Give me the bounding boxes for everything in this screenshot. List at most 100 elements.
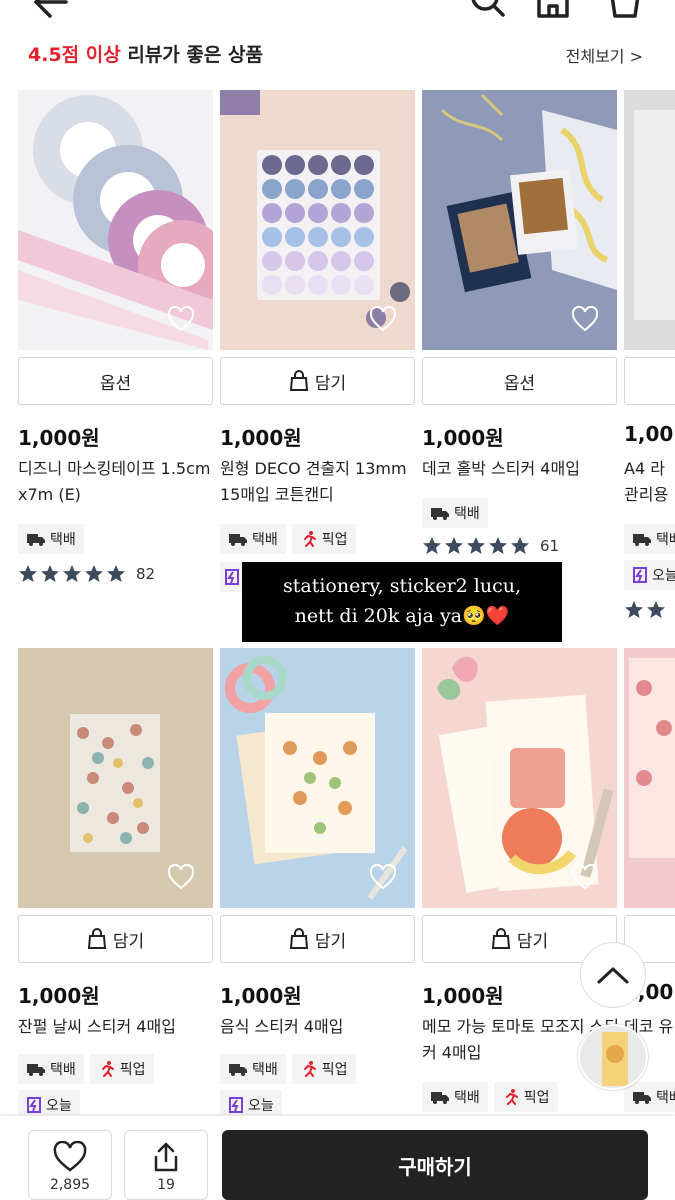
star-icon bbox=[107, 565, 125, 582]
product-price: 1,000원 bbox=[18, 984, 100, 1008]
wishlist-heart-icon[interactable] bbox=[167, 306, 195, 332]
star-icon bbox=[445, 537, 463, 554]
bag-icon bbox=[289, 370, 308, 391]
rating: 82 bbox=[18, 564, 155, 584]
wishlist-heart-icon[interactable] bbox=[369, 306, 397, 332]
bag-icon bbox=[491, 928, 510, 949]
caption-line-2-text: nett di 20k aja ya🥺 bbox=[294, 605, 486, 627]
product-image-round-labels[interactable] bbox=[220, 90, 415, 350]
delivery-tag-label: 택배 bbox=[50, 532, 76, 548]
red-heart-icon: ❤️ bbox=[485, 605, 510, 627]
share-count: 19 bbox=[157, 1177, 175, 1193]
floating-product-thumbnail[interactable] bbox=[578, 1024, 648, 1090]
today-tags: 오늘 bbox=[18, 1090, 80, 1115]
delivery-tag: 택배 bbox=[220, 1054, 286, 1084]
share-button[interactable]: 19 bbox=[124, 1130, 208, 1200]
like-count: 2,895 bbox=[49, 1177, 91, 1193]
product-name[interactable]: 디즈니 마스킹테이프 1.5cmx7m (E) bbox=[18, 456, 218, 508]
truck-icon bbox=[27, 534, 45, 546]
product-image-food-sticker[interactable] bbox=[220, 648, 415, 908]
pickup-runner-icon bbox=[303, 531, 316, 547]
product-price: 1,000원 bbox=[220, 984, 302, 1008]
today-tag bbox=[220, 562, 244, 592]
section-header: 4.5점 이상 리뷰가 좋은 상품 전체보기 > bbox=[0, 30, 675, 74]
pickup-runner-icon bbox=[101, 1061, 114, 1077]
option-button[interactable]: 옵션 bbox=[18, 357, 213, 405]
share-icon bbox=[154, 1142, 178, 1172]
option-button[interactable]: 옵션 bbox=[422, 357, 617, 405]
today-icon bbox=[229, 1097, 243, 1113]
truck-icon bbox=[27, 1064, 45, 1076]
pickup-tag: 픽업 bbox=[291, 524, 356, 554]
chevron-up-icon bbox=[597, 967, 629, 984]
delivery-tags: 택배 픽업 bbox=[422, 1082, 558, 1112]
delivery-tags: 택배 bbox=[624, 524, 675, 554]
add-to-cart-button[interactable]: 담기 bbox=[18, 915, 213, 963]
delivery-tag: 택배 bbox=[220, 524, 286, 554]
wishlist-heart-icon[interactable] bbox=[167, 864, 195, 890]
add-to-cart-button[interactable]: 담기 bbox=[220, 357, 415, 405]
product-name[interactable]: 데코 홀박 스티커 4매입 bbox=[422, 456, 622, 482]
today-icon bbox=[225, 569, 239, 585]
rating bbox=[624, 600, 666, 620]
like-button[interactable]: 2,895 bbox=[28, 1130, 112, 1200]
add-to-cart-label: 담기 bbox=[314, 373, 347, 394]
today-tag-label: 오늘 bbox=[248, 1098, 274, 1114]
star-icon bbox=[511, 537, 529, 554]
product-name[interactable]: 원형 DECO 견출지 13mm 15매입 코튼캔디 bbox=[220, 456, 420, 508]
product-image-hologram-sticker[interactable] bbox=[422, 90, 617, 350]
rating: 61 bbox=[422, 536, 559, 556]
product-name[interactable]: A4 라 관리용 bbox=[624, 456, 675, 508]
pickup-tag-label: 픽업 bbox=[119, 1062, 146, 1078]
delivery-tags: 택배 픽업 bbox=[18, 1054, 154, 1084]
bag-icon bbox=[289, 928, 308, 949]
buy-now-button[interactable]: 구매하기 bbox=[222, 1130, 648, 1200]
star-icon bbox=[467, 537, 485, 554]
add-to-cart-label: 담기 bbox=[516, 931, 549, 952]
pickup-tag: 픽업 bbox=[291, 1054, 356, 1084]
delivery-tag-label: 택배 bbox=[454, 506, 480, 522]
delivery-tag-label: 택배 bbox=[252, 532, 278, 548]
star-icon bbox=[489, 537, 507, 554]
caption-overlay: stationery, sticker2 lucu, nett di 20k a… bbox=[242, 562, 562, 642]
delivery-tag-label: 택배 bbox=[50, 1062, 76, 1078]
product-image-deco-sticker[interactable] bbox=[624, 648, 675, 908]
scroll-to-top-button[interactable] bbox=[580, 942, 646, 1008]
product-image-a4[interactable] bbox=[624, 90, 675, 350]
rating-count: 61 bbox=[540, 537, 560, 555]
product-image-masking-tape[interactable] bbox=[18, 90, 213, 350]
back-arrow-icon[interactable] bbox=[30, 0, 70, 20]
bottom-action-bar: 2,895 19 구매하기 bbox=[0, 1116, 675, 1200]
star-icon bbox=[625, 601, 643, 618]
rating-count: 82 bbox=[136, 565, 156, 583]
star-icon bbox=[85, 565, 103, 582]
wishlist-heart-icon[interactable] bbox=[369, 864, 397, 890]
add-to-cart-label: 담기 bbox=[314, 931, 347, 952]
wishlist-heart-icon[interactable] bbox=[571, 306, 599, 332]
delivery-tag-label: 택배 bbox=[656, 1090, 675, 1106]
today-tags: 오늘 bbox=[624, 560, 675, 590]
pickup-tag-label: 픽업 bbox=[523, 1090, 550, 1106]
cart-icon[interactable] bbox=[608, 0, 642, 18]
option-button-label: 옵션 bbox=[99, 373, 132, 394]
wishlist-heart-icon[interactable] bbox=[571, 864, 599, 890]
delivery-tag: 택배 bbox=[624, 524, 675, 554]
home-icon[interactable] bbox=[536, 0, 570, 18]
today-tags bbox=[220, 562, 244, 592]
section-title-accent: 4.5점 이상 bbox=[28, 44, 121, 66]
product-image-tomato-sticker[interactable] bbox=[422, 648, 617, 908]
pickup-runner-icon bbox=[505, 1089, 518, 1105]
delivery-tag: 택배 bbox=[422, 498, 488, 528]
option-button[interactable] bbox=[624, 357, 675, 405]
see-all-link[interactable]: 전체보기 > bbox=[566, 43, 643, 67]
product-image-glitter-weather-sticker[interactable] bbox=[18, 648, 213, 908]
today-icon bbox=[27, 1097, 41, 1113]
delivery-tag-label: 택배 bbox=[454, 1090, 480, 1106]
search-icon[interactable] bbox=[470, 0, 506, 18]
product-name[interactable]: 음식 스티커 4매입 bbox=[220, 1014, 420, 1040]
delivery-tags: 택배 bbox=[18, 524, 84, 554]
product-name[interactable]: 잔펄 날씨 스티커 4매입 bbox=[18, 1014, 218, 1040]
pickup-tag-label: 픽업 bbox=[321, 532, 348, 548]
delivery-tag-label: 택배 bbox=[656, 532, 675, 548]
add-to-cart-button[interactable]: 담기 bbox=[220, 915, 415, 963]
